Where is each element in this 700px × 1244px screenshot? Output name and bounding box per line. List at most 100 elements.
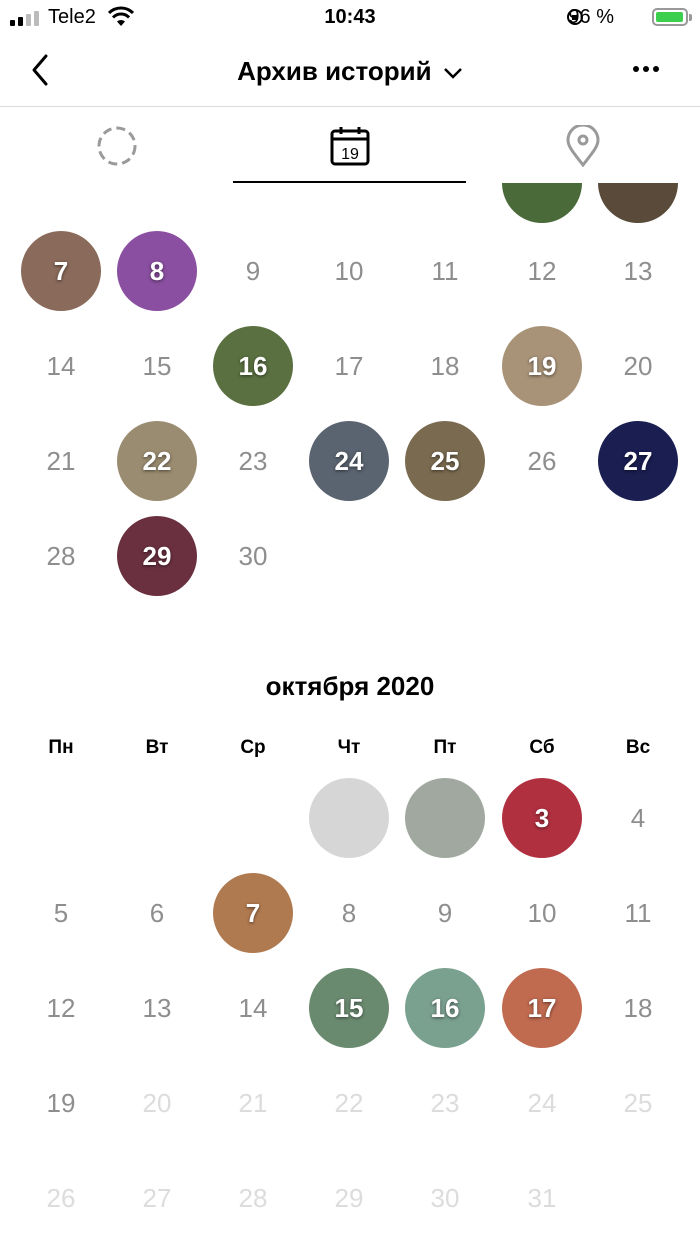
calendar-view: октября 2020 7 8 9 10 11 12 13 14 15 16 17 18 19 20 21… [0,183,700,1244]
calendar-day-story[interactable] [397,770,493,866]
day-number: 7 [245,897,261,928]
day-number: 24 [527,1087,557,1118]
day-number: 17 [334,350,364,381]
tab-map[interactable] [466,107,699,183]
day-number: 24 [334,445,364,476]
day-number: 20 [623,350,653,381]
weekday-label: Вс [625,737,651,758]
day-number: 17 [527,992,557,1023]
calendar-day-story[interactable]: 22 [109,413,205,509]
calendar-day-story[interactable]: 8 [109,223,205,319]
day-number: 26 [46,1182,76,1213]
calendar-day: 8 [301,865,397,961]
calendar-icon-day: 19 [341,146,359,163]
calendar-day-story[interactable]: 7 [13,223,109,319]
calendar-day: 30 [205,508,301,604]
weekday-label: Пн [48,737,74,758]
day-number: 7 [53,255,69,286]
day-number: 28 [46,540,76,571]
day-number: 15 [142,350,172,381]
calendar-day: 17 [301,318,397,414]
calendar-day-story[interactable]: 29 [109,508,205,604]
day-number: 21 [238,1087,268,1118]
day-number: 13 [142,992,172,1023]
calendar-day: 13 [590,223,686,319]
day-number: 27 [142,1182,172,1213]
day-number: 10 [527,897,557,928]
day-number: 28 [238,1182,268,1213]
battery-percent: 96 % [568,6,614,28]
calendar-day-story[interactable]: 16 [397,960,493,1056]
day-number: 12 [46,992,76,1023]
calendar-day-story[interactable] [301,770,397,866]
calendar-day: 9 [397,865,493,961]
calendar-day-story[interactable]: 16 [205,318,301,414]
day-number: 31 [527,1182,557,1213]
calendar-day-story[interactable]: 24 [301,413,397,509]
day-number: 12 [527,255,557,286]
day-number: 22 [142,445,172,476]
day-number: 15 [334,992,364,1023]
calendar-day: 14 [205,960,301,1056]
weekday-label: Ср [240,737,266,758]
calendar-day: 25 [590,1055,686,1151]
day-number: 9 [437,897,453,928]
more-options-icon[interactable] [632,64,660,74]
day-number: 8 [149,255,165,286]
calendar-day-story[interactable]: 15 [301,960,397,1056]
day-number: 11 [431,255,459,286]
calendar-day: 23 [205,413,301,509]
story-thumbnail [309,778,389,858]
calendar-day-story[interactable]: 17 [494,960,590,1056]
calendar-day: 19 [13,1055,109,1151]
day-number: 10 [334,255,364,286]
day-number: 22 [334,1087,364,1118]
day-number: 19 [46,1087,76,1118]
location-pin-icon [565,125,600,167]
story-thumbnail [405,778,485,858]
day-number: 30 [238,540,268,571]
calendar-day: 14 [13,318,109,414]
calendar-day: 15 [109,318,205,414]
calendar-day: 12 [494,223,590,319]
day-number: 25 [430,445,460,476]
calendar-day: 6 [109,865,205,961]
calendar-day-story[interactable]: 3 [494,770,590,866]
battery-icon [652,8,692,26]
day-number: 21 [46,445,76,476]
day-number: 27 [623,445,653,476]
calendar-day: 20 [590,318,686,414]
tab-grid[interactable] [0,107,233,183]
day-number: 25 [623,1087,653,1118]
day-number: 29 [334,1182,364,1213]
calendar-day-story[interactable]: 19 [494,318,590,414]
calendar-day-story[interactable]: 25 [397,413,493,509]
archive-tabs: 19 [0,107,700,183]
archive-title-dropdown[interactable]: Архив историй [237,56,463,86]
calendar-icon: 19 [330,127,369,166]
calendar-day: 31 [494,1150,590,1244]
calendar-day: 11 [397,223,493,319]
tab-calendar[interactable]: 19 [233,107,466,183]
circle-dashed-icon [97,126,136,166]
calendar-day-story[interactable]: 27 [590,413,686,509]
calendar-day: 9 [205,223,301,319]
day-number: 16 [430,992,460,1023]
day-number: 18 [430,350,460,381]
chevron-down-icon [443,68,462,79]
day-number: 14 [46,350,76,381]
day-number: 18 [623,992,653,1023]
calendar-day: 18 [397,318,493,414]
day-number: 8 [341,897,357,928]
calendar-day: 5 [13,865,109,961]
day-number: 14 [238,992,268,1023]
day-number: 23 [238,445,268,476]
day-number: 26 [527,445,557,476]
day-number: 9 [245,255,261,286]
day-number: 11 [624,897,652,928]
calendar-day-story[interactable]: 7 [205,865,301,961]
day-number: 19 [527,350,557,381]
weekday-label: Чт [337,737,361,758]
calendar-day: 4 [590,770,686,866]
day-number: 13 [623,255,653,286]
